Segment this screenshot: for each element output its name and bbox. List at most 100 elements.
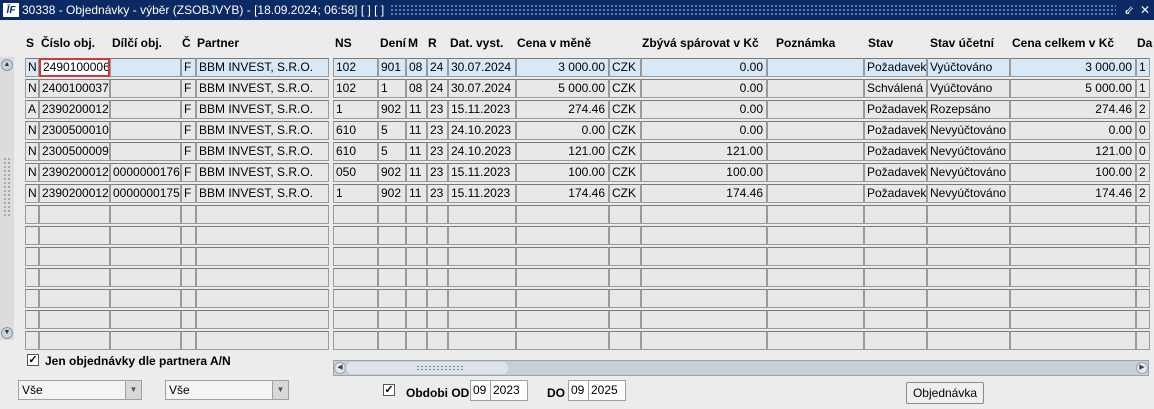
cell-c[interactable]: F xyxy=(181,184,196,203)
cell-remaining[interactable]: 0.00 xyxy=(641,79,767,98)
cell-journal[interactable]: 5 xyxy=(378,121,406,140)
cell-total[interactable]: 121.00 xyxy=(1010,142,1136,161)
cell-status[interactable] xyxy=(25,331,39,350)
cell-acc-status[interactable] xyxy=(927,247,1010,266)
cell-month[interactable] xyxy=(406,331,427,350)
cell-status[interactable] xyxy=(25,289,39,308)
cell-acc-status[interactable]: Nevyúčtováno xyxy=(927,184,1010,203)
cell-partner[interactable]: BBM INVEST, S.R.O. xyxy=(196,163,329,182)
cell-c[interactable]: F xyxy=(181,58,196,77)
cell-sub-order[interactable]: 0000000175 xyxy=(110,184,181,203)
column-header-order-number[interactable]: Číslo obj. xyxy=(41,36,95,50)
cell-order-number[interactable]: 2390200012 xyxy=(39,184,110,203)
close-icon[interactable]: ✕ xyxy=(1138,2,1152,18)
column-header-note[interactable]: Poznámka xyxy=(776,36,835,50)
cell-da[interactable] xyxy=(1136,226,1150,245)
cell-da[interactable]: 0 xyxy=(1136,142,1150,161)
cell-journal[interactable] xyxy=(378,247,406,266)
cell-year[interactable]: 24 xyxy=(427,79,448,98)
column-header-year[interactable]: R xyxy=(428,36,437,50)
cell-note[interactable] xyxy=(767,184,864,203)
cell-c[interactable]: F xyxy=(181,121,196,140)
cell-status[interactable]: N xyxy=(25,79,39,98)
cell-journal[interactable]: 901 xyxy=(378,58,406,77)
cell-sub-order[interactable] xyxy=(110,226,181,245)
cell-total[interactable] xyxy=(1010,310,1136,329)
cell-sub-order[interactable] xyxy=(110,289,181,308)
cell-note[interactable] xyxy=(767,100,864,119)
cell-partner[interactable] xyxy=(196,205,329,224)
cell-status[interactable] xyxy=(25,226,39,245)
cell-total[interactable]: 5 000.00 xyxy=(1010,79,1136,98)
cell-partner[interactable] xyxy=(196,331,329,350)
cell-acc-status[interactable] xyxy=(927,289,1010,308)
cell-note[interactable] xyxy=(767,331,864,350)
cell-acc-status[interactable] xyxy=(927,205,1010,224)
cell-order-number[interactable] xyxy=(39,226,110,245)
cell-price[interactable]: 0.00 xyxy=(516,121,609,140)
cell-total[interactable]: 274.46 xyxy=(1010,100,1136,119)
cell-partner[interactable] xyxy=(196,268,329,287)
cell-acc-status[interactable]: Nevyúčtováno xyxy=(927,121,1010,140)
cell-sub-order[interactable] xyxy=(110,310,181,329)
cell-month[interactable]: 11 xyxy=(406,121,427,140)
cell-sub-order[interactable]: 0000000176 xyxy=(110,163,181,182)
cell-status[interactable]: N xyxy=(25,184,39,203)
cell-order-number[interactable]: 2490100006 xyxy=(39,58,110,77)
cell-ns[interactable] xyxy=(333,268,378,287)
cell-issue-date[interactable]: 15.11.2023 xyxy=(448,100,516,119)
column-header-price[interactable]: Cena v měně xyxy=(517,36,591,50)
scroll-grip[interactable] xyxy=(3,157,11,217)
cell-currency[interactable] xyxy=(609,268,641,287)
cell-acc-status[interactable] xyxy=(927,268,1010,287)
scroll-right-icon[interactable]: ▶ xyxy=(1136,362,1148,374)
cell-total[interactable] xyxy=(1010,247,1136,266)
scroll-up-icon[interactable]: ▲ xyxy=(1,59,13,71)
filter-select-2[interactable]: Vše ▼ xyxy=(165,380,289,400)
cell-price[interactable] xyxy=(516,247,609,266)
cell-sub-order[interactable] xyxy=(110,121,181,140)
cell-total[interactable]: 174.46 xyxy=(1010,184,1136,203)
period-checkbox[interactable]: ✓ xyxy=(383,384,395,396)
cell-status[interactable]: A xyxy=(25,100,39,119)
cell-sub-order[interactable] xyxy=(110,331,181,350)
cell-price[interactable] xyxy=(516,289,609,308)
cell-journal[interactable] xyxy=(378,268,406,287)
cell-price[interactable]: 274.46 xyxy=(516,100,609,119)
cell-month[interactable]: 11 xyxy=(406,184,427,203)
cell-issue-date[interactable] xyxy=(448,205,516,224)
chevron-down-icon[interactable]: ▼ xyxy=(125,381,141,399)
cell-sub-order[interactable] xyxy=(110,142,181,161)
cell-status-text[interactable] xyxy=(864,268,927,287)
cell-note[interactable] xyxy=(767,142,864,161)
column-header-issue-date[interactable]: Dat. vyst. xyxy=(450,36,503,50)
cell-status[interactable] xyxy=(25,247,39,266)
period-to-month-input[interactable]: 09 xyxy=(568,380,589,401)
cell-year[interactable] xyxy=(427,268,448,287)
filter-select-1[interactable]: Vše ▼ xyxy=(18,380,142,400)
cell-da[interactable]: 1 xyxy=(1136,58,1150,77)
cell-issue-date[interactable] xyxy=(448,268,516,287)
vertical-scrollbar[interactable]: ▲ ▼ xyxy=(0,57,14,340)
cell-price[interactable] xyxy=(516,310,609,329)
cell-status-text[interactable]: Požadavek xyxy=(864,142,927,161)
cell-journal[interactable]: 902 xyxy=(378,184,406,203)
cell-year[interactable]: 23 xyxy=(427,163,448,182)
cell-journal[interactable] xyxy=(378,205,406,224)
cell-remaining[interactable]: 100.00 xyxy=(641,163,767,182)
cell-journal[interactable]: 5 xyxy=(378,142,406,161)
cell-currency[interactable] xyxy=(609,310,641,329)
cell-year[interactable] xyxy=(427,289,448,308)
column-header-status[interactable]: Stav xyxy=(868,36,893,50)
cell-issue-date[interactable]: 24.10.2023 xyxy=(448,121,516,140)
cell-c[interactable] xyxy=(181,310,196,329)
cell-status-text[interactable] xyxy=(864,247,927,266)
cell-partner[interactable] xyxy=(196,289,329,308)
cell-issue-date[interactable] xyxy=(448,331,516,350)
cell-da[interactable]: 1 xyxy=(1136,79,1150,98)
cell-partner[interactable] xyxy=(196,310,329,329)
cell-remaining[interactable]: 121.00 xyxy=(641,142,767,161)
scroll-left-icon[interactable]: ◀ xyxy=(334,362,346,374)
cell-da[interactable] xyxy=(1136,247,1150,266)
cell-status-text[interactable]: Schválená xyxy=(864,79,927,98)
